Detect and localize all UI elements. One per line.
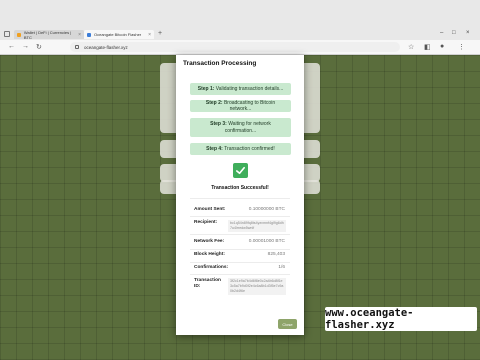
modal-title: Transaction Processing [183, 60, 257, 67]
amount-label: Amount Sent: [194, 207, 226, 212]
step-prefix: Step 2: [205, 99, 223, 106]
minimize-icon[interactable]: – [440, 30, 443, 36]
screen: Wallet | DeFi | Currencies | BTC × Ocean… [0, 0, 480, 360]
success-message: Transaction Successful! [211, 185, 269, 191]
address-bar[interactable]: oceangate-flasher.xyz [70, 42, 400, 52]
divider [190, 249, 290, 250]
extensions-icon[interactable]: ◧ [424, 43, 431, 51]
window-menu-icon[interactable] [4, 31, 10, 37]
step-prefix: Step 3: [210, 121, 227, 127]
tab-oceangate[interactable]: Oceangate Bitcoin Flasher × [84, 30, 154, 39]
tab-label: Wallet | DeFi | Currencies | BTC [23, 29, 72, 40]
step-text: Waiting for network confirmation... [224, 121, 271, 134]
amount-value: 0.10000000 BTC [248, 207, 285, 212]
profile-icon[interactable]: ● [440, 43, 444, 50]
wallet-favicon-icon [17, 32, 21, 37]
confirmations-value: 1/6 [278, 265, 285, 270]
step-text: Transaction confirmed! [224, 145, 275, 152]
forward-icon[interactable]: → [22, 43, 29, 50]
reload-icon[interactable]: ↻ [36, 43, 42, 51]
block-value: 825,403 [267, 252, 285, 257]
step-2: Step 2: Broadcasting to Bitcoin network.… [190, 100, 291, 112]
recipient-row: Recipient: bc1q54n89fq8ts4yzvmnf4gl9g6dh… [183, 220, 297, 238]
step-text: Broadcasting to Bitcoin network... [223, 99, 276, 113]
confirmations-label: Confirmations: [194, 265, 229, 270]
recipient-label: Recipient: [194, 220, 218, 225]
lock-icon [75, 45, 79, 49]
divider [190, 234, 290, 235]
divider [190, 274, 290, 275]
watermark: www.oceangate-flasher.xyz [325, 307, 477, 331]
browser-tab-bar: Wallet | DeFi | Currencies | BTC × Ocean… [0, 0, 480, 40]
step-3: Step 3: Waiting for network confirmation… [190, 118, 291, 137]
fee-label: Network Fee: [194, 239, 225, 244]
fee-row: Network Fee: 0.00001000 BTC [183, 239, 297, 249]
tab-label: Oceangate Bitcoin Flasher [94, 32, 142, 37]
close-button[interactable]: Close [278, 319, 297, 329]
close-tab-icon[interactable]: × [148, 32, 151, 38]
new-tab-icon[interactable]: + [158, 30, 162, 37]
divider [190, 262, 290, 263]
bookmark-star-icon[interactable]: ☆ [408, 43, 414, 51]
divider [190, 216, 290, 217]
step-prefix: Step 4: [206, 145, 223, 152]
step-prefix: Step 1: [197, 85, 215, 92]
browser-toolbar: ← → ↻ oceangate-flasher.xyz ☆ ◧ ● ⋮ [0, 40, 480, 55]
divider [190, 198, 290, 199]
step-text: Validating transaction details... [215, 85, 284, 92]
tab-wallet[interactable]: Wallet | DeFi | Currencies | BTC × [14, 29, 84, 40]
step-4: Step 4: Transaction confirmed! [190, 143, 291, 155]
address-text: oceangate-flasher.xyz [84, 44, 128, 50]
close-window-icon[interactable]: × [466, 30, 470, 36]
menu-icon[interactable]: ⋮ [458, 43, 465, 51]
txid-row: Transaction ID: 3f2c1e9a7b4d6f8e0c2a4b6d… [183, 278, 297, 298]
fee-value: 0.00001000 BTC [248, 239, 285, 244]
txid-label: Transaction ID: [194, 278, 221, 290]
oceangate-favicon-icon [87, 32, 91, 37]
txid-value: 3f2c1e9a7b4d6f8e0c2a4b6d8f1e3c5a7b9d0f2e… [228, 278, 286, 295]
close-tab-icon[interactable]: × [78, 32, 81, 38]
recipient-value: bc1q54n89fq8ts4yzvmnf4gl9g6dh7u4lrredw5w… [228, 220, 286, 232]
transaction-modal: Transaction Processing Step 1: Validatin… [176, 55, 304, 335]
block-label: Block Height: [194, 252, 225, 257]
block-row: Block Height: 825,403 [183, 252, 297, 262]
maximize-icon[interactable]: □ [452, 30, 456, 36]
back-icon[interactable]: ← [8, 43, 15, 50]
success-check-icon [233, 163, 248, 178]
step-1: Step 1: Validating transaction details..… [190, 83, 291, 95]
